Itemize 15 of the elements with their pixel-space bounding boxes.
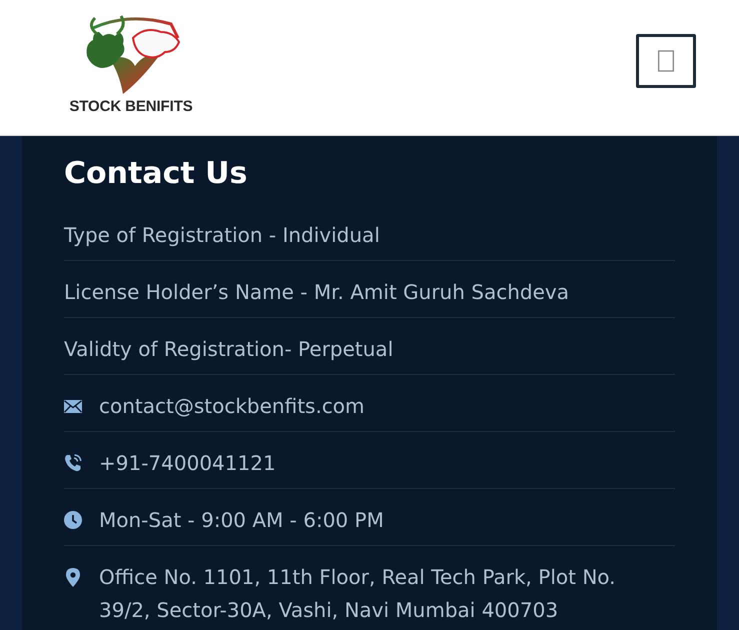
square-icon (658, 50, 674, 72)
info-text: Type of Registration - Individual (64, 222, 380, 249)
info-text: License Holder’s Name - Mr. Amit Guruh Sachdeva (64, 279, 569, 306)
logo-text: STOCK BENIFITS (69, 99, 193, 115)
clock-icon (64, 511, 82, 529)
address-text: Office No. 1101, 11th Floor, Real Tech Park, Plot No. 39/2, Sector-30A, Vashi, Navi Mumbai 400703 (99, 564, 617, 624)
contact-heading: Contact Us (64, 155, 248, 193)
phone-icon (64, 454, 82, 472)
phone-text[interactable]: +91-7400041121 (99, 447, 276, 479)
email-text[interactable]: contact@stockbenfits.com (99, 390, 365, 422)
envelope-icon (64, 400, 82, 413)
info-text: Validty of Registration- Perpetual (64, 336, 394, 363)
hours-text: Mon-Sat - 9:00 AM - 6:00 PM (99, 507, 384, 534)
location-pin-icon (66, 568, 80, 587)
menu-button[interactable] (636, 34, 696, 88)
